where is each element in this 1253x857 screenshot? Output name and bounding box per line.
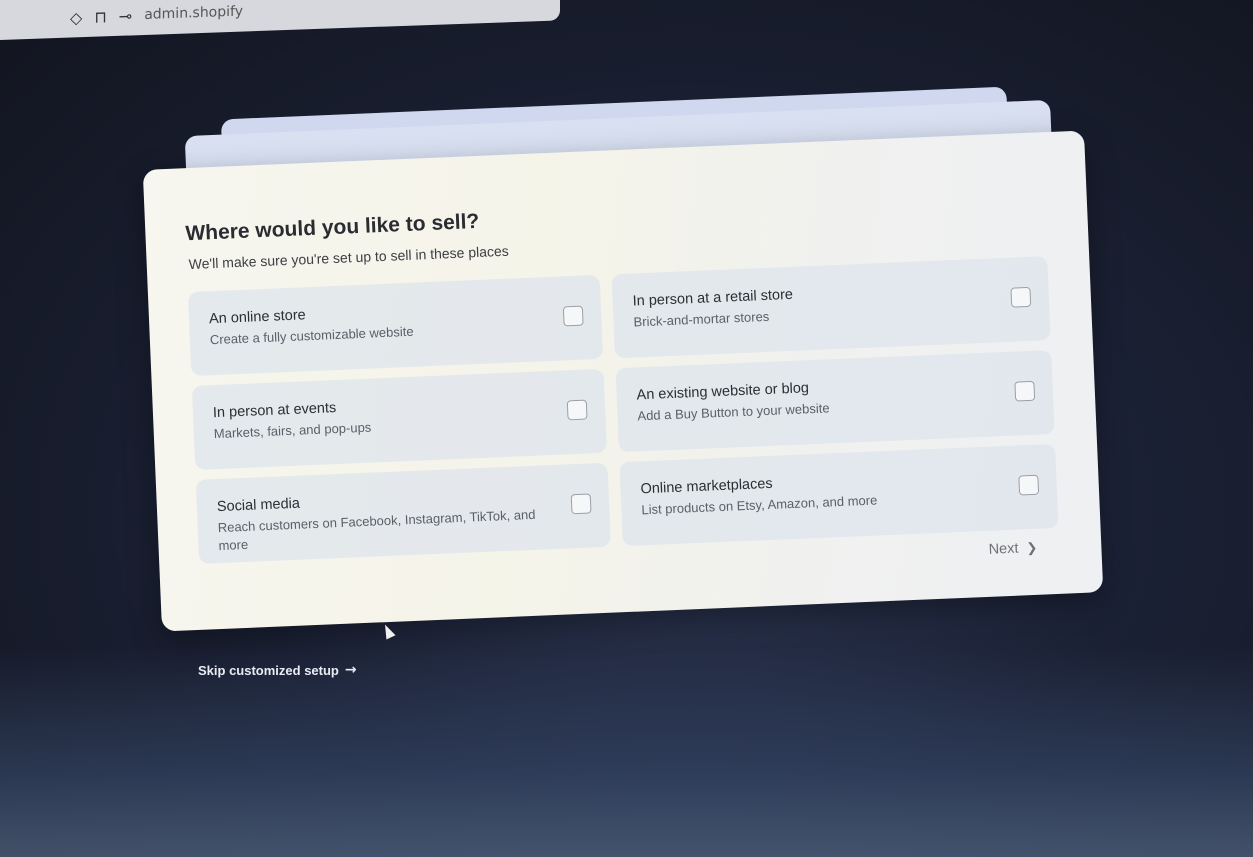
next-button[interactable]: Next ❯ [982,539,1043,560]
option-social-media[interactable]: Social media Reach customers on Facebook… [195,462,611,564]
option-checkbox[interactable] [1018,474,1040,496]
background-glow [0,647,1253,857]
option-online-store[interactable]: An online store Create a fully customiza… [187,274,604,377]
skip-label: Skip customized setup [198,662,339,678]
chevron-right-icon: ❯ [1026,540,1038,556]
option-retail-store[interactable]: In person at a retail store Brick-and-mo… [611,256,1051,359]
url-text[interactable]: admin.shopify [144,4,243,23]
shield-icon[interactable]: ◇ [70,8,82,27]
browser-address-bar: ◇ ⊓ ⊸ admin.shopify [0,0,560,41]
sell-location-card: Where would you like to sell? We'll make… [142,130,1104,632]
arrow-right-icon: → [344,662,357,678]
options-grid: An online store Create a fully customiza… [187,256,1061,564]
key-icon: ⊸ [118,5,133,26]
page-title: Where would you like to sell? [184,209,480,246]
option-existing-website[interactable]: An existing website or blog Add a Buy Bu… [615,350,1055,453]
option-checkbox[interactable] [1014,380,1036,402]
option-checkbox[interactable] [570,493,592,515]
skip-setup-link[interactable]: Skip customized setup → [198,662,357,678]
option-checkbox[interactable] [562,305,584,327]
lock-icon[interactable]: ⊓ [94,7,106,26]
mouse-cursor-icon [380,622,396,640]
option-checkbox[interactable] [1010,286,1032,308]
next-label: Next [988,540,1019,558]
option-checkbox[interactable] [566,399,588,421]
option-online-marketplaces[interactable]: Online marketplaces List products on Ets… [619,443,1059,547]
option-events[interactable]: In person at events Markets, fairs, and … [191,368,607,470]
page-subtitle: We'll make sure you're set up to sell in… [188,242,510,273]
